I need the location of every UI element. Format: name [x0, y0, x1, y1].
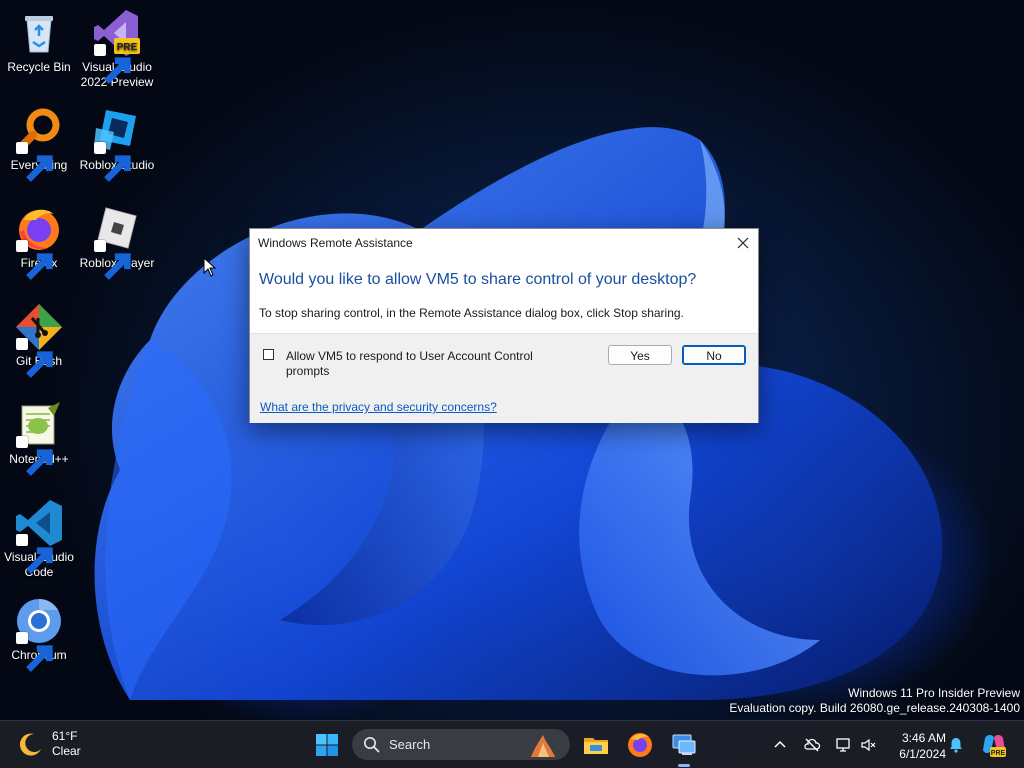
moon-icon: [19, 733, 41, 756]
desktop-icon-git-bash[interactable]: Git Bash: [0, 302, 78, 378]
volume-muted-icon: [861, 738, 876, 752]
start-button[interactable]: [315, 733, 339, 757]
taskbar-search-box[interactable]: Search: [352, 729, 570, 760]
shortcut-arrow-icon: [16, 534, 53, 574]
shortcut-arrow-icon: [16, 338, 53, 378]
onedrive-tray-button[interactable]: [803, 736, 821, 754]
dialog-close-button[interactable]: [728, 229, 758, 257]
shortcut-arrow-icon: [94, 142, 131, 182]
chevron-up-icon: [774, 740, 786, 748]
desktop-icon-chromium[interactable]: Chromium: [0, 596, 78, 672]
desktop-icon-visual-studio-code[interactable]: Visual Studio Code: [0, 498, 78, 580]
bell-icon: [950, 738, 962, 753]
cloud-off-icon: [804, 738, 821, 752]
uac-permission-checkbox[interactable]: [263, 349, 274, 360]
watermark-line-2: Evaluation copy. Build 26080.ge_release.…: [729, 701, 1020, 715]
clock-date: 6/1/2024: [899, 747, 946, 761]
volume-tray-button[interactable]: [860, 736, 878, 754]
taskbar-firefox[interactable]: [626, 731, 654, 759]
desktop[interactable]: Recycle Bin PRE Visual Studio 2022 Previ…: [0, 0, 1024, 768]
remote-assistance-icon: [672, 734, 696, 755]
recycle-bin-icon: [25, 16, 53, 53]
desktop-icon-visual-studio-2022-preview[interactable]: PRE Visual Studio 2022 Preview: [78, 8, 156, 90]
dialog-options-panel: Allow VM5 to respond to User Account Con…: [250, 333, 758, 423]
watermark-line-1: Windows 11 Pro Insider Preview: [848, 686, 1020, 700]
monitor-network-icon: [836, 738, 850, 752]
weather-description: Clear: [52, 744, 81, 758]
windows-logo-icon: [316, 734, 327, 745]
notifications-button[interactable]: [947, 736, 965, 754]
weather-temperature: 61°F: [52, 729, 78, 743]
close-icon: [737, 237, 749, 249]
taskbar-file-explorer[interactable]: [582, 731, 610, 759]
dialog-question: Would you like to allow VM5 to share con…: [259, 271, 697, 288]
show-hidden-icons-button[interactable]: [771, 736, 789, 754]
dialog-title: Windows Remote Assistance: [258, 236, 413, 250]
shortcut-arrow-icon: [94, 240, 131, 280]
shortcut-arrow-icon: [16, 436, 53, 476]
search-icon: [364, 737, 380, 753]
desktop-icon-notepad-plus-plus[interactable]: Notepad++: [0, 400, 78, 476]
uac-permission-checkbox-label[interactable]: Allow VM5 to respond to User Account Con…: [286, 349, 556, 379]
taskbar: 61°F Clear Search 3:46 AM 6/1/2024 PRE: [0, 720, 1024, 768]
no-button[interactable]: No: [682, 345, 746, 365]
dialog-description: To stop sharing control, in the Remote A…: [259, 306, 684, 320]
taskbar-remote-assistance[interactable]: [670, 731, 698, 759]
remote-assistance-dialog[interactable]: Windows Remote Assistance Would you like…: [249, 228, 759, 423]
desktop-icon-roblox-player[interactable]: Roblox Player: [78, 204, 156, 280]
mouse-cursor-icon: [203, 257, 217, 277]
copilot-button[interactable]: PRE: [981, 732, 1007, 758]
shortcut-arrow-icon: [94, 44, 131, 84]
evaluation-watermark: Windows 11 Pro Insider Preview Evaluatio…: [729, 686, 1020, 716]
desktop-icon-firefox[interactable]: Firefox: [0, 204, 78, 280]
system-clock[interactable]: 3:46 AM 6/1/2024: [888, 730, 946, 762]
desktop-icon-everything[interactable]: Everything: [0, 106, 78, 182]
search-highlight-icon: [531, 735, 555, 757]
copilot-pre-badge: PRE: [991, 750, 1006, 757]
shortcut-arrow-icon: [16, 632, 53, 672]
shortcut-arrow-icon: [16, 142, 53, 182]
desktop-icon-recycle-bin[interactable]: Recycle Bin: [0, 8, 78, 75]
dialog-titlebar[interactable]: Windows Remote Assistance: [250, 229, 758, 257]
active-app-indicator: [678, 764, 690, 767]
firefox-icon: [628, 733, 652, 757]
desktop-icon-label: Recycle Bin: [7, 60, 71, 74]
folder-icon: [584, 738, 608, 754]
clock-time: 3:46 AM: [901, 731, 946, 745]
shortcut-arrow-icon: [16, 240, 53, 280]
privacy-security-link[interactable]: What are the privacy and security concer…: [260, 400, 497, 414]
desktop-icon-roblox-studio[interactable]: Roblox Studio: [78, 106, 156, 182]
yes-button[interactable]: Yes: [608, 345, 672, 365]
search-placeholder: Search: [389, 737, 431, 752]
weather-widget[interactable]: 61°F Clear: [18, 729, 81, 759]
copilot-icon: PRE: [983, 735, 1006, 757]
network-tray-button[interactable]: [835, 736, 853, 754]
